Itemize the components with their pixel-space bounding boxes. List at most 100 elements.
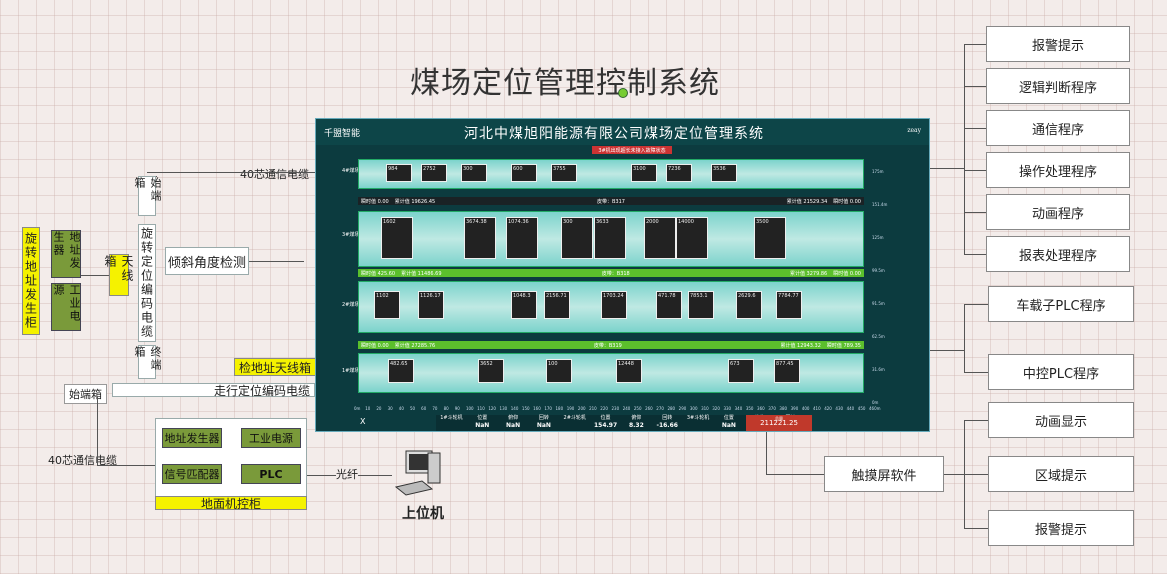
x-tick-label: 300 [689, 406, 698, 411]
connector [97, 397, 98, 465]
coal-pile[interactable]: 877.45 [774, 359, 800, 383]
coal-pile[interactable]: 14000 [676, 217, 708, 259]
program-box: 区域提示 [988, 456, 1134, 492]
coal-pile[interactable]: 300 [461, 164, 487, 182]
coal-pile[interactable]: 3652 [478, 359, 504, 383]
coal-pile[interactable]: 984 [386, 164, 412, 182]
end-terminal-box: 终端箱 [133, 345, 162, 379]
gc-address-generator: 地址发生器 [162, 428, 222, 448]
connector [964, 528, 988, 529]
coal-pile[interactable]: 482.65 [388, 359, 414, 383]
y-tick-label: 99.5m [872, 268, 885, 273]
x-tick-label: 170 [544, 406, 552, 411]
rotary-encoding-cable: 旋转定位编码电缆 [138, 224, 156, 342]
coal-pile[interactable]: 100 [546, 359, 572, 383]
x-tick-label: 160 [533, 406, 541, 411]
total-value: 211221.25 总量 [746, 415, 812, 431]
connector [249, 261, 304, 262]
y-tick-label: 125m [872, 235, 884, 240]
screen-logo: 千盟智能 [324, 129, 361, 139]
coal-pile[interactable]: 673 [728, 359, 754, 383]
coal-pile[interactable]: 1703.24 [601, 291, 627, 319]
x-tick-label: 330 [723, 406, 732, 411]
coal-pile[interactable]: 600 [511, 164, 537, 182]
x-tick-label: 270 [656, 406, 664, 411]
user-label[interactable]: zeay [907, 127, 921, 134]
x-tick-label: 0m [354, 406, 361, 411]
x-tick-label: 260 [645, 406, 653, 411]
coal-pile[interactable]: 12448 [616, 359, 642, 383]
x-tick-label: 50 [409, 406, 416, 411]
coal-pile[interactable]: 1048.3 [511, 291, 537, 319]
coal-pile[interactable]: 2752 [421, 164, 447, 182]
status-cell: 回转NaN [536, 415, 551, 429]
x-tick-label: 230 [611, 406, 620, 411]
program-box: 车载子PLC程序 [988, 286, 1134, 322]
close-icon[interactable]: X [360, 417, 365, 426]
coal-pile[interactable]: 2629.6 [736, 291, 762, 319]
connector [964, 170, 986, 171]
coal-pile[interactable]: 3674.38 [464, 217, 496, 259]
x-tick-label: 450 [857, 406, 866, 411]
coal-pile[interactable]: 3633 [594, 217, 626, 259]
x-tick-label: 80 [443, 406, 449, 411]
connector [964, 372, 988, 373]
x-tick-label: 290 [678, 406, 687, 411]
x-tick-label: 180 [555, 406, 564, 411]
x-tick-label: 210 [589, 406, 597, 411]
x-tick-label: 460m [869, 406, 881, 411]
coal-pile[interactable]: 2156.71 [544, 291, 570, 319]
rotary-address-cabinet: 旋转地址发生柜 [22, 227, 40, 335]
connector [930, 168, 964, 169]
coal-pile[interactable]: 7784.77 [776, 291, 802, 319]
x-tick-label: 390 [790, 406, 799, 411]
start-terminal-box: 始端箱 [133, 176, 162, 216]
coal-pile[interactable]: 471.78 [656, 291, 682, 319]
status-cell: 位置 NaN [475, 415, 490, 429]
x-tick-label: 20 [376, 406, 382, 411]
x-tick-label: 310 [701, 406, 709, 411]
belt-b317: 瞬时值 0.00 累计值 19626.45 皮带：B317 累计值 21529.3… [358, 197, 864, 205]
x-tick-label: 130 [499, 406, 508, 411]
selection-handle-icon[interactable] [618, 88, 628, 98]
ground-cabinet-label: 地面机控柜 [155, 496, 307, 511]
connector [964, 474, 988, 475]
coal-pile[interactable]: 3500 [754, 217, 786, 259]
y-tick-label: 151.4m [872, 202, 888, 207]
total-label: 总量 [775, 416, 783, 421]
coal-pile[interactable]: 300 [561, 217, 593, 259]
connector [930, 350, 964, 351]
status-cell: 2#斗轮机 [563, 415, 586, 421]
program-box: 逻辑判断程序 [986, 68, 1130, 104]
belt-b319: 瞬时值 0.00 累计值 27285.76 皮带：B319 累计值 12943.3… [358, 341, 864, 349]
hmi-screenshot: 千盟智能 河北中煤旭阳能源有限公司煤场定位管理系统 zeay 3#机出现超长未接… [315, 118, 930, 432]
coal-pile[interactable]: 3100 [631, 164, 657, 182]
coal-pile[interactable]: 1602 [381, 217, 413, 259]
row-label-3: 3#煤场 [342, 232, 360, 238]
y-tick-label: 91.5m [872, 301, 885, 306]
host-label: 上位机 [402, 506, 444, 522]
coal-pile[interactable]: 7236 [666, 164, 692, 182]
coal-pile[interactable]: 3536 [711, 164, 737, 182]
coal-pile[interactable]: 1126.17 [418, 291, 444, 319]
coal-pile[interactable]: 2000 [644, 217, 676, 259]
connector [964, 420, 988, 421]
program-box: 动画程序 [986, 194, 1130, 230]
coal-pile[interactable]: 1102 [374, 291, 400, 319]
x-tick-label: 360 [757, 406, 765, 411]
connector [944, 474, 964, 475]
walking-encoding-cable: 走行定位编码电缆 [112, 383, 315, 398]
coal-pile[interactable]: 1074.36 [506, 217, 538, 259]
y-tick-label: 0m [872, 400, 879, 405]
x-tick-label: 220 [600, 406, 608, 411]
coal-pile[interactable]: 7853.1 [688, 291, 714, 319]
connector [964, 44, 965, 254]
connector [964, 304, 965, 372]
alert-banner[interactable]: 3#机出现超长未接入故障状态 [592, 146, 672, 154]
coal-pile[interactable]: 3755 [551, 164, 577, 182]
x-tick-label: 320 [712, 406, 720, 411]
connector [964, 254, 986, 255]
belt-b318: 瞬时值 425.60 累计值 11486.69 皮带：B318 累计值 3279.… [358, 269, 864, 277]
row-label-2: 2#煤场 [342, 302, 360, 308]
x-axis: 0m 10 20 30 40 50 60 70 80 90 100 110 120 130 140 150 16… [354, 406, 881, 414]
